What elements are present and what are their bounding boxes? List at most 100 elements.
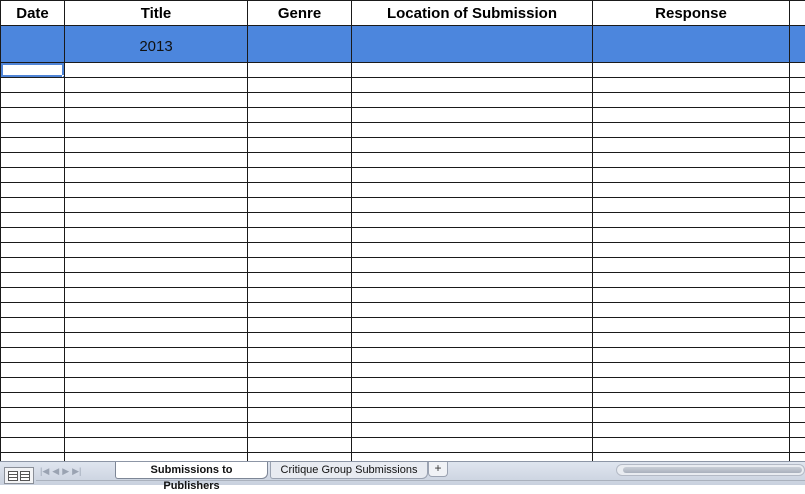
grid-cell[interactable] — [65, 183, 248, 198]
year-row-cell[interactable] — [790, 26, 805, 63]
grid-cell[interactable] — [65, 408, 248, 423]
grid-cell[interactable] — [65, 363, 248, 378]
grid-cell[interactable] — [248, 198, 352, 213]
grid-cell[interactable] — [1, 333, 65, 348]
grid-cell[interactable] — [248, 378, 352, 393]
grid-cell[interactable] — [593, 363, 790, 378]
grid-cell[interactable] — [352, 438, 593, 453]
grid-cell[interactable] — [65, 453, 248, 462]
grid-cell[interactable] — [248, 363, 352, 378]
grid-cell[interactable] — [248, 153, 352, 168]
grid-cell[interactable] — [352, 153, 593, 168]
grid-cell[interactable] — [1, 198, 65, 213]
grid-cell[interactable] — [1, 153, 65, 168]
grid-cell[interactable] — [1, 348, 65, 363]
grid-cell[interactable] — [790, 63, 805, 78]
tab-critique-group-submissions[interactable]: Critique Group Submissions — [270, 462, 428, 479]
grid-cell[interactable] — [352, 423, 593, 438]
grid-cell[interactable] — [352, 138, 593, 153]
grid-cell[interactable] — [352, 348, 593, 363]
grid-cell[interactable] — [593, 453, 790, 462]
grid-cell[interactable] — [1, 183, 65, 198]
grid-cell[interactable] — [593, 333, 790, 348]
grid-cell[interactable] — [790, 93, 805, 108]
grid-cell[interactable] — [248, 78, 352, 93]
grid-cell[interactable] — [1, 138, 65, 153]
grid-cell[interactable] — [593, 138, 790, 153]
add-sheet-button[interactable]: + — [428, 462, 448, 477]
year-row-cell[interactable] — [352, 26, 593, 63]
grid-cell[interactable] — [593, 408, 790, 423]
grid-cell[interactable] — [1, 168, 65, 183]
grid-cell[interactable] — [790, 348, 805, 363]
year-cell[interactable]: 2013 — [65, 26, 248, 63]
grid-cell[interactable] — [593, 288, 790, 303]
fill-handle[interactable] — [62, 75, 65, 78]
prev-sheet-icon[interactable]: ◀ — [52, 466, 59, 477]
grid-cell[interactable] — [1, 213, 65, 228]
grid-cell[interactable] — [593, 438, 790, 453]
grid-cell[interactable] — [248, 408, 352, 423]
grid-cell[interactable] — [248, 138, 352, 153]
grid-cell[interactable] — [352, 333, 593, 348]
grid-cell[interactable] — [1, 438, 65, 453]
grid-cell[interactable] — [248, 438, 352, 453]
header-genre[interactable]: Genre — [248, 1, 352, 26]
grid-cell[interactable] — [790, 408, 805, 423]
grid-cell[interactable] — [1, 273, 65, 288]
grid-cell[interactable] — [1, 258, 65, 273]
grid-cell[interactable] — [1, 423, 65, 438]
grid-cell[interactable] — [352, 108, 593, 123]
grid-cell[interactable] — [248, 273, 352, 288]
grid-cell[interactable] — [1, 243, 65, 258]
grid-cell[interactable] — [593, 153, 790, 168]
grid-cell[interactable] — [593, 213, 790, 228]
grid-cell[interactable] — [790, 78, 805, 93]
grid-cell[interactable] — [790, 183, 805, 198]
grid-cell[interactable] — [352, 123, 593, 138]
grid-cell[interactable] — [352, 63, 593, 78]
grid-cell[interactable] — [352, 408, 593, 423]
grid-cell[interactable] — [65, 273, 248, 288]
grid-cell[interactable] — [352, 363, 593, 378]
next-sheet-icon[interactable]: ▶ — [62, 466, 69, 477]
grid-cell[interactable] — [248, 423, 352, 438]
grid-cell[interactable] — [593, 93, 790, 108]
grid-cell[interactable] — [1, 78, 65, 93]
grid-cell[interactable] — [352, 453, 593, 462]
grid-cell[interactable] — [790, 288, 805, 303]
grid-cell[interactable] — [593, 228, 790, 243]
grid-cell[interactable] — [248, 393, 352, 408]
grid-cell[interactable] — [248, 453, 352, 462]
grid-cell[interactable] — [352, 393, 593, 408]
grid-cell[interactable] — [352, 273, 593, 288]
grid-cell[interactable] — [352, 228, 593, 243]
grid-cell[interactable] — [65, 138, 248, 153]
grid-cell[interactable] — [1, 303, 65, 318]
grid-cell[interactable] — [352, 318, 593, 333]
header-response[interactable]: Response — [593, 1, 790, 26]
grid-cell[interactable] — [248, 243, 352, 258]
grid-cell[interactable] — [790, 198, 805, 213]
grid-cell[interactable] — [1, 453, 65, 462]
grid-cell[interactable] — [248, 213, 352, 228]
year-row-cell[interactable] — [1, 26, 65, 63]
grid-cell[interactable] — [248, 318, 352, 333]
grid-cell[interactable] — [65, 333, 248, 348]
grid-cell[interactable] — [593, 348, 790, 363]
header-location[interactable]: Location of Submission — [352, 1, 593, 26]
grid-cell[interactable] — [65, 378, 248, 393]
grid-cell[interactable] — [593, 303, 790, 318]
grid-cell[interactable] — [65, 78, 248, 93]
grid-cell[interactable] — [790, 108, 805, 123]
scrollbar-thumb[interactable] — [623, 467, 802, 473]
grid-cell[interactable] — [1, 393, 65, 408]
grid-cell[interactable] — [593, 198, 790, 213]
grid-cell[interactable] — [65, 243, 248, 258]
grid-cell[interactable] — [790, 438, 805, 453]
grid-cell[interactable] — [593, 273, 790, 288]
horizontal-scrollbar[interactable] — [616, 464, 805, 476]
grid-cell[interactable] — [790, 393, 805, 408]
grid-cell[interactable] — [790, 303, 805, 318]
grid-cell[interactable] — [1, 108, 65, 123]
